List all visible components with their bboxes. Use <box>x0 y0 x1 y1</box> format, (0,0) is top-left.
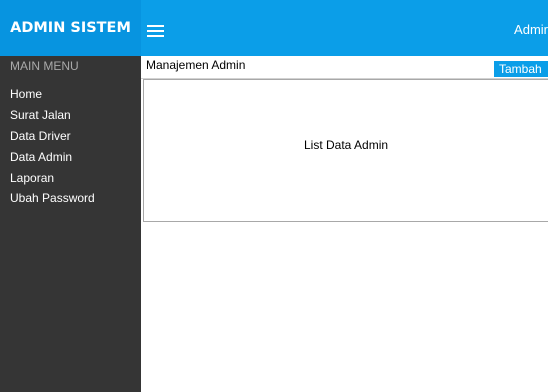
admin-list-panel: List Data Admin <box>143 79 548 222</box>
sidebar-menu-title: MAIN MENU <box>10 59 79 73</box>
sidebar-item-surat-jalan[interactable]: Surat Jalan <box>10 105 95 126</box>
sidebar-item-data-admin[interactable]: Data Admin <box>10 147 95 168</box>
sidebar-menu: Home Surat Jalan Data Driver Data Admin … <box>10 84 95 209</box>
sidebar-item-home[interactable]: Home <box>10 84 95 105</box>
sidebar-item-ubah-password[interactable]: Ubah Password <box>10 188 95 209</box>
sidebar: MAIN MENU Home Surat Jalan Data Driver D… <box>0 56 141 392</box>
page-title: Manajemen Admin <box>146 58 246 72</box>
top-navbar: ADMIN SISTEM Admir <box>0 0 548 56</box>
hamburger-icon[interactable] <box>147 25 164 37</box>
sidebar-item-laporan[interactable]: Laporan <box>10 168 95 189</box>
list-placeholder-text: List Data Admin <box>304 138 389 152</box>
user-menu-link[interactable]: Admir <box>514 22 548 37</box>
add-admin-button[interactable]: Tambah <box>494 61 548 77</box>
sidebar-item-data-driver[interactable]: Data Driver <box>10 126 95 147</box>
brand-logo[interactable]: ADMIN SISTEM <box>0 0 141 56</box>
